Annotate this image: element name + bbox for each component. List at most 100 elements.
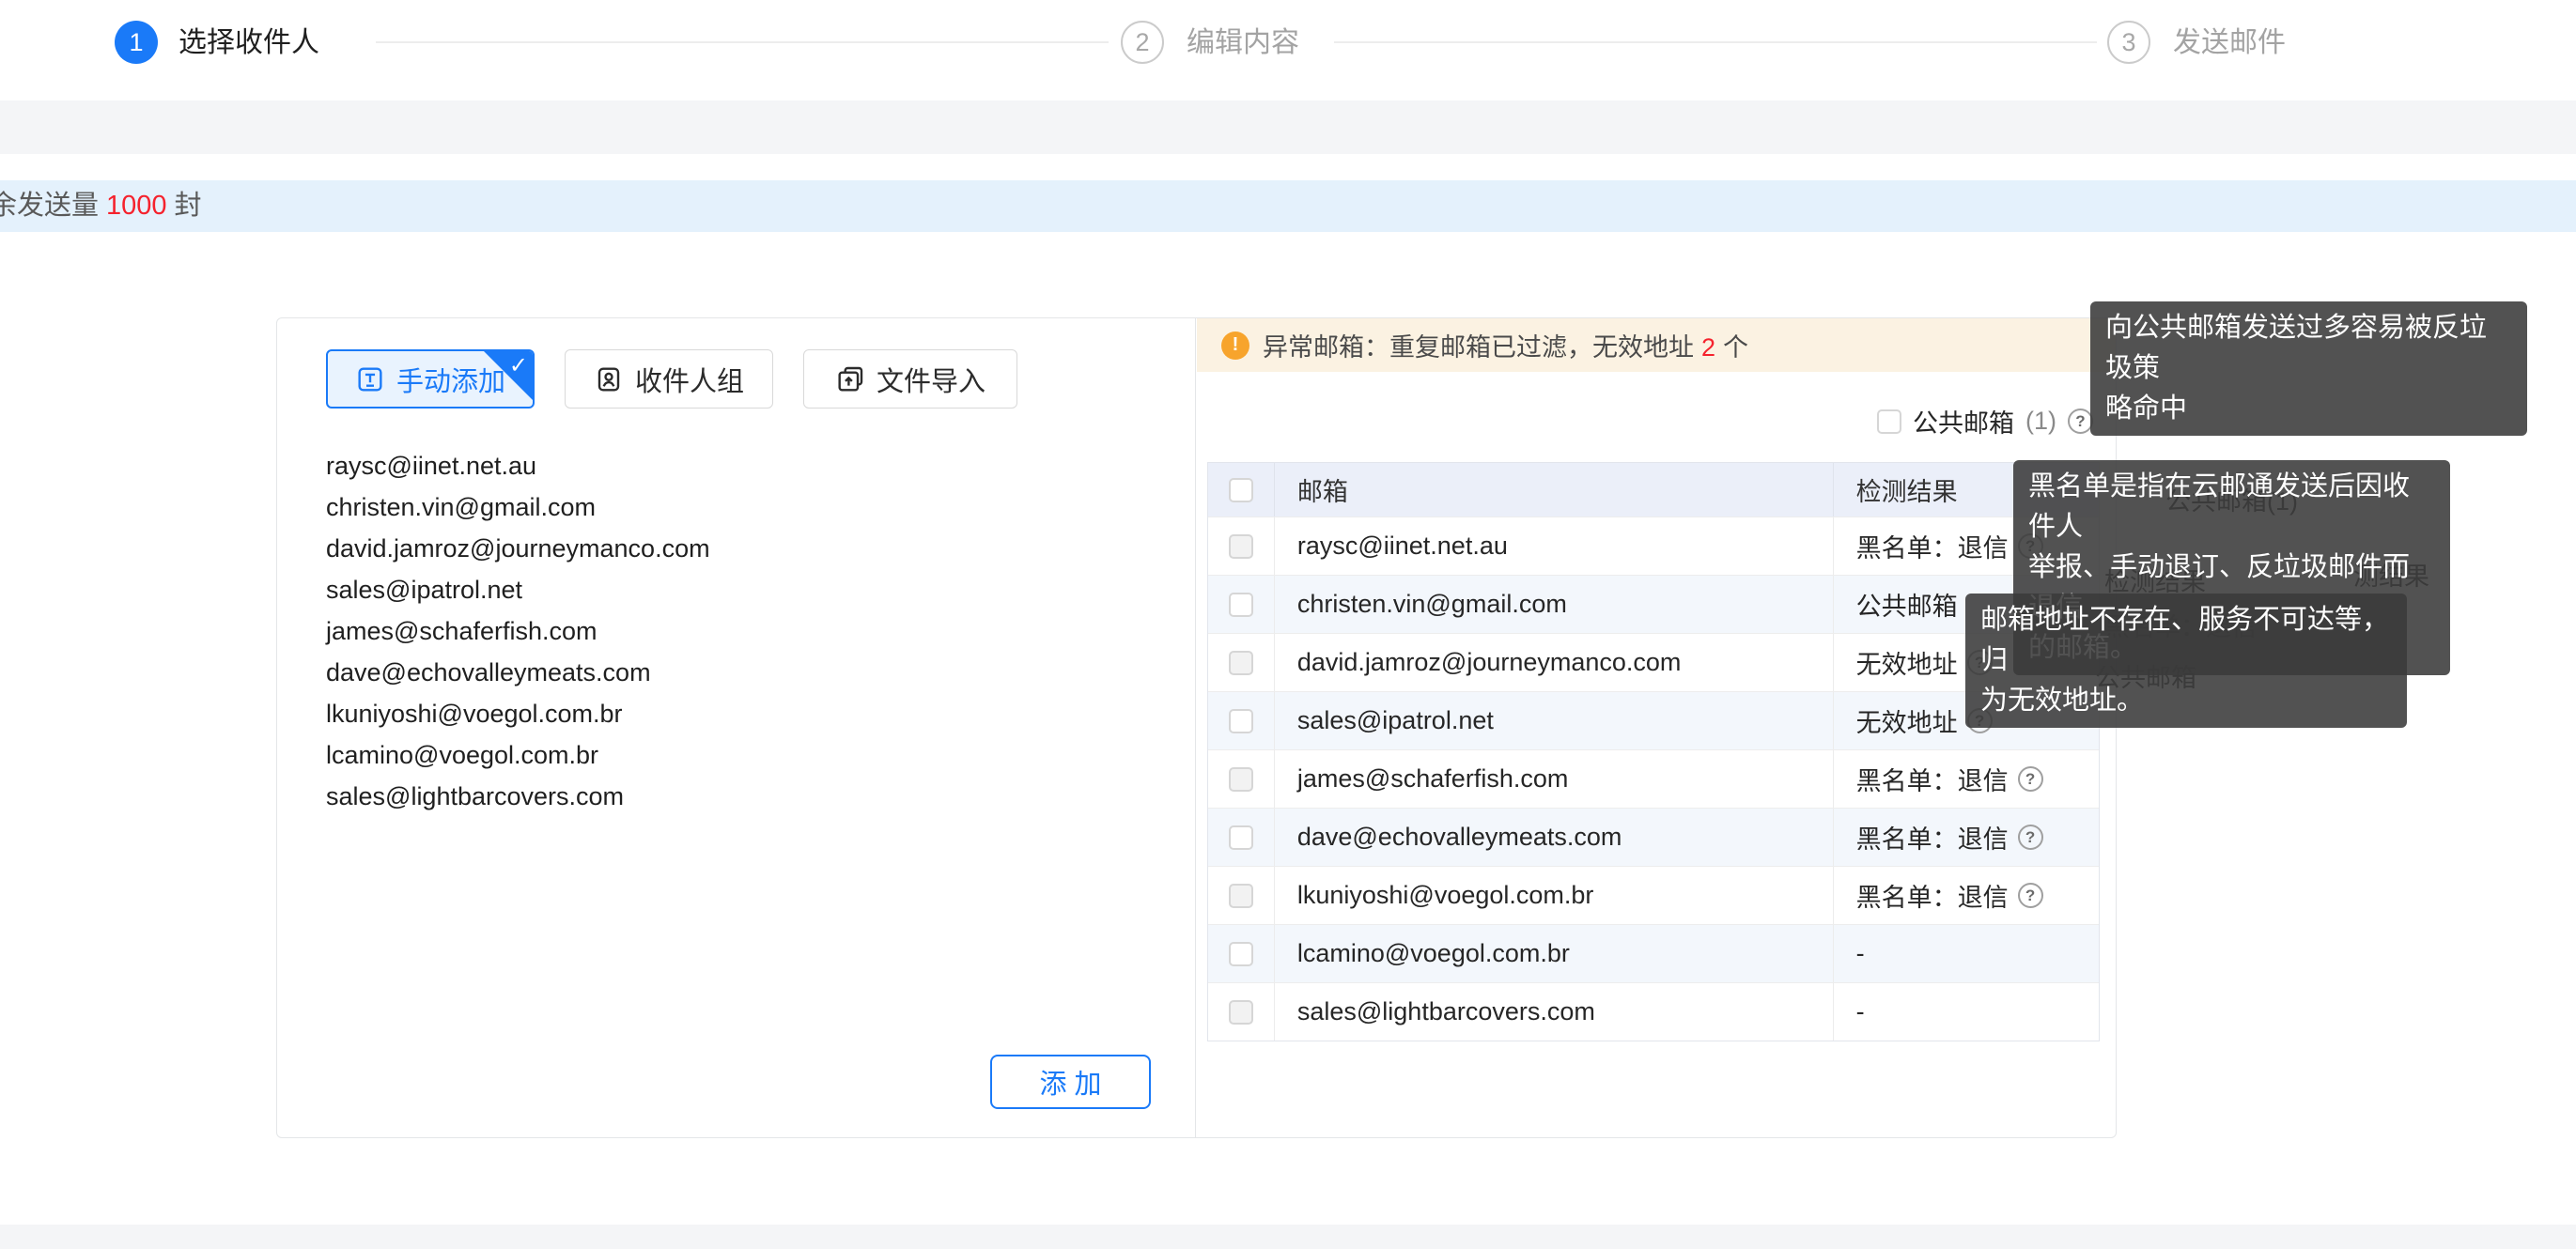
manual-add-icon [355,364,385,394]
result-text: - [1856,939,1865,968]
table-row: lcamino@voegol.com.br - [1208,924,2099,982]
result-text: 黑名单：退信 [1856,877,2009,914]
recipient-line: lcamino@voegol.com.br [326,734,1153,776]
recipient-group-icon [594,364,624,394]
alert-count: 2 [1701,333,1715,362]
step-2-label: 编辑内容 [1187,26,1299,60]
row-checkbox[interactable] [1229,593,1253,617]
row-email: christen.vin@gmail.com [1274,576,1833,633]
quota-text: 剩余发送量1000 封 [0,180,202,232]
tooltip-line: 为无效地址。 [1980,681,2392,721]
quota-prefix: 剩余发送量 [0,191,99,221]
row-result: - [1833,925,2099,982]
step-1-circle: 1 [115,21,158,64]
step-2-circle: 2 [1121,21,1164,64]
row-checkbox[interactable] [1229,884,1253,908]
tooltip-invalid-address: 邮箱地址不存在、服务不可达等，归 为无效地址。 [1965,594,2407,728]
tooltip-line: 向公共邮箱发送过多容易被反垃圾策 [2105,308,2512,389]
row-email: sales@ipatrol.net [1274,692,1833,749]
bottom-band [0,1225,2576,1249]
row-result: 黑名单：退信? [1833,809,2099,866]
tab-selected-check-icon: ✓ [509,352,528,379]
file-import-icon [835,364,865,394]
row-email: raysc@iinet.net.au [1274,517,1833,575]
table-row: lkuniyoshi@voegol.com.br 黑名单：退信? [1208,866,2099,924]
row-email: dave@echovalleymeats.com [1274,809,1833,866]
row-email: david.jamroz@journeymanco.com [1274,634,1833,691]
recipient-line: sales@ipatrol.net [326,569,1153,610]
check-result-table: 邮箱 检测结果 raysc@iinet.net.au 黑名单：退信? chris… [1207,462,2100,1041]
help-icon[interactable]: ? [2018,825,2043,850]
help-icon[interactable]: ? [2018,766,2043,792]
quota-unit: 封 [175,191,202,221]
help-icon[interactable]: ? [2068,409,2093,434]
row-email: sales@lightbarcovers.com [1274,983,1833,1041]
row-checkbox[interactable] [1229,709,1253,733]
recipient-input-pane: 手动添加 ✓ 收件人组 文件导入 [277,318,1196,1137]
public-mailbox-checkbox[interactable] [1877,409,1901,434]
row-email: lkuniyoshi@voegol.com.br [1274,867,1833,924]
abnormal-mailbox-alert: ! 异常邮箱：重复邮箱已过滤，无效地址2个 [1197,318,2117,372]
result-text: 公共邮箱 [1856,586,1958,623]
step-1-label: 选择收件人 [178,26,319,60]
recipient-line: dave@echovalleymeats.com [326,652,1153,693]
help-icon[interactable]: ? [2018,883,2043,908]
row-checkbox[interactable] [1229,651,1253,675]
tab-recipient-group[interactable]: 收件人组 [565,349,773,409]
recipient-panel: 手动添加 ✓ 收件人组 文件导入 [276,317,2117,1138]
row-checkbox[interactable] [1229,1000,1253,1025]
step-3-circle: 3 [2107,21,2150,64]
tooltip-line: 邮箱地址不存在、服务不可达等，归 [1980,600,2392,681]
alert-prefix: 异常邮箱：重复邮箱已过滤，无效地址 [1263,333,1694,362]
select-all-checkbox[interactable] [1229,478,1253,502]
alert-text: 异常邮箱：重复邮箱已过滤，无效地址2个 [1263,327,1748,363]
table-row: james@schaferfish.com 黑名单：退信? [1208,749,2099,808]
quota-banner: 剩余发送量1000 封 [0,180,2576,232]
recipient-line: james@schaferfish.com [326,610,1153,652]
result-text: - [1856,997,1865,1026]
check-result-pane: ! 异常邮箱：重复邮箱已过滤，无效地址2个 公共邮箱 (1) ? 邮箱 检测结果 … [1197,318,2117,1137]
public-mailbox-label: 公共邮箱 [1913,403,2014,439]
row-checkbox[interactable] [1229,534,1253,559]
table-row: raysc@iinet.net.au 黑名单：退信? [1208,517,2099,575]
row-email: lcamino@voegol.com.br [1274,925,1833,982]
step-2-number: 2 [1135,28,1149,57]
result-text: 黑名单：退信 [1856,819,2009,856]
table-row: sales@lightbarcovers.com - [1208,982,2099,1041]
alert-suffix: 个 [1723,333,1748,362]
row-result: 黑名单：退信? [1833,750,2099,808]
table-row: dave@echovalleymeats.com 黑名单：退信? [1208,808,2099,866]
row-email: james@schaferfish.com [1274,750,1833,808]
warning-icon: ! [1221,332,1249,360]
add-button[interactable]: 添 加 [990,1055,1151,1109]
tooltip-line: 黑名单是指在云邮通发送后因收件人 [2028,467,2435,547]
public-mailbox-count: (1) [2025,407,2056,436]
step-3-label: 发送邮件 [2173,26,2286,60]
row-checkbox[interactable] [1229,942,1253,966]
row-checkbox[interactable] [1229,825,1253,850]
result-text: 无效地址 [1856,702,1958,739]
result-text: 无效地址 [1856,644,1958,681]
tooltip-line: 略命中 [2105,389,2512,429]
header-email: 邮箱 [1274,463,1833,517]
table-header: 邮箱 检测结果 [1208,463,2099,517]
recipient-line: david.jamroz@journeymanco.com [326,528,1153,569]
tab-file-import[interactable]: 文件导入 [803,349,1017,409]
recipient-line: christen.vin@gmail.com [326,486,1153,528]
step-connector [376,41,1109,43]
row-result: - [1833,983,2099,1041]
row-checkbox[interactable] [1229,767,1253,792]
step-1-number: 1 [129,28,143,57]
tab-manual-add[interactable]: 手动添加 ✓ [326,349,535,409]
recipient-line: lkuniyoshi@voegol.com.br [326,693,1153,734]
tooltip-public-mailbox: 向公共邮箱发送过多容易被反垃圾策 略命中 [2090,301,2527,436]
tab-file-import-label: 文件导入 [877,360,985,399]
recipient-input-area[interactable]: raysc@iinet.net.au christen.vin@gmail.co… [326,445,1153,817]
recipient-line: sales@lightbarcovers.com [326,776,1153,817]
row-result: 黑名单：退信? [1833,867,2099,924]
tab-recipient-group-label: 收件人组 [635,360,744,399]
toolbar-band [0,100,2576,154]
quota-amount: 1000 [106,191,167,221]
result-text: 黑名单：退信 [1856,528,2009,564]
step-connector [1334,41,2097,43]
